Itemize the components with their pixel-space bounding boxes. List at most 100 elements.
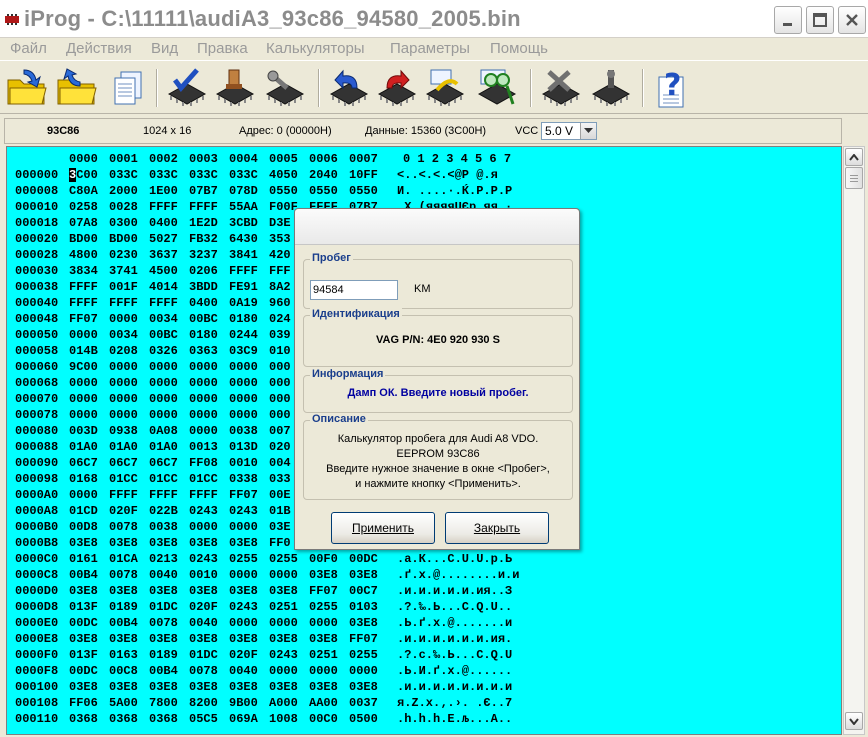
hex-cell[interactable]: 0326: [149, 343, 178, 359]
hex-cell[interactable]: 0000: [189, 423, 218, 439]
hex-cell[interactable]: 2000: [109, 183, 138, 199]
hex-cell[interactable]: 0243: [269, 647, 298, 663]
hex-cell[interactable]: 033C: [149, 167, 178, 183]
hex-cell[interactable]: 0189: [109, 599, 138, 615]
hex-cell[interactable]: 3741: [109, 263, 138, 279]
hex-cell[interactable]: 03E8: [149, 583, 178, 599]
hex-cell[interactable]: 03E8: [109, 535, 138, 551]
hex-cell[interactable]: 0338: [229, 471, 258, 487]
hex-cell[interactable]: 0028: [109, 199, 138, 215]
hex-cell[interactable]: 06C7: [109, 455, 138, 471]
hex-cell[interactable]: 000: [269, 407, 291, 423]
hex-cell[interactable]: FF07: [69, 311, 98, 327]
hex-cell[interactable]: 01A0: [149, 439, 178, 455]
hex-cell[interactable]: 033: [269, 471, 291, 487]
hex-cell[interactable]: 0000: [109, 407, 138, 423]
hex-cell[interactable]: AA00: [309, 695, 338, 711]
hex-cell[interactable]: 4800: [69, 247, 98, 263]
hex-cell[interactable]: 03E8: [109, 679, 138, 695]
edit-button[interactable]: [422, 66, 468, 110]
hex-cell[interactable]: 0000: [109, 359, 138, 375]
hex-cell[interactable]: 024: [269, 311, 291, 327]
hex-cell[interactable]: 07B7: [189, 183, 218, 199]
hex-cell[interactable]: 069A: [229, 711, 258, 727]
hex-cell[interactable]: C80A: [69, 183, 98, 199]
hex-cell[interactable]: 00DC: [69, 663, 98, 679]
hex-cell[interactable]: 007: [269, 423, 291, 439]
hex-cell[interactable]: 014B: [69, 343, 98, 359]
hex-cell[interactable]: 1008: [269, 711, 298, 727]
hex-cell[interactable]: 0400: [189, 295, 218, 311]
hex-cell[interactable]: D3E: [269, 215, 291, 231]
erase-button[interactable]: [262, 66, 308, 110]
hex-cell[interactable]: 9C00: [69, 359, 98, 375]
hex-cell[interactable]: 0500: [349, 711, 378, 727]
hex-cell[interactable]: 5027: [149, 231, 178, 247]
hex-cell[interactable]: 3BDD: [189, 279, 218, 295]
hex-cell[interactable]: BD00: [109, 231, 138, 247]
hex-cell[interactable]: 0255: [229, 551, 258, 567]
apply-button[interactable]: Применить: [331, 512, 435, 544]
hex-cell[interactable]: 00C7: [349, 583, 378, 599]
hex-cell[interactable]: 420: [269, 247, 291, 263]
hex-cell[interactable]: 0000: [309, 615, 338, 631]
hex-cell[interactable]: 033C: [229, 167, 258, 183]
hex-cell[interactable]: 06C7: [149, 455, 178, 471]
hex-cell[interactable]: FFF: [269, 263, 291, 279]
hex-cell[interactable]: 000: [269, 375, 291, 391]
hex-cell[interactable]: 3841: [229, 247, 258, 263]
menu-parameters[interactable]: Параметры: [390, 40, 470, 57]
hex-cell[interactable]: 020F: [229, 647, 258, 663]
hex-cell[interactable]: 01CC: [149, 471, 178, 487]
hex-cell[interactable]: 0A19: [229, 295, 258, 311]
hex-cell[interactable]: 0000: [229, 519, 258, 535]
hex-cell[interactable]: 3237: [189, 247, 218, 263]
hex-cell[interactable]: 0040: [189, 615, 218, 631]
close-dialog-button[interactable]: Закрыть: [445, 512, 549, 544]
hex-cell[interactable]: 0000: [149, 391, 178, 407]
hex-cell[interactable]: 03E8: [269, 583, 298, 599]
hex-cell[interactable]: 00D8: [69, 519, 98, 535]
hex-cell[interactable]: 1E00: [149, 183, 178, 199]
undo-button[interactable]: [326, 66, 372, 110]
hex-cell[interactable]: 0000: [189, 391, 218, 407]
hex-cell[interactable]: 3637: [149, 247, 178, 263]
scroll-down-button[interactable]: [845, 712, 863, 730]
hex-cell[interactable]: 0038: [229, 423, 258, 439]
hex-cell[interactable]: 03E8: [69, 631, 98, 647]
hex-cell[interactable]: 0258: [69, 199, 98, 215]
hex-cell[interactable]: 03E8: [149, 535, 178, 551]
hex-cell[interactable]: 013F: [69, 599, 98, 615]
hex-cell[interactable]: 03E8: [189, 679, 218, 695]
hex-cell[interactable]: FF07: [349, 631, 378, 647]
hex-cell[interactable]: FFFF: [149, 199, 178, 215]
hex-cell[interactable]: 03E8: [229, 679, 258, 695]
hex-cell-cursor[interactable]: 3C00: [69, 167, 98, 183]
close-button[interactable]: [838, 6, 866, 34]
hex-cell[interactable]: 03E8: [229, 535, 258, 551]
hex-cell[interactable]: 03E8: [189, 583, 218, 599]
hex-cell[interactable]: 1E2D: [189, 215, 218, 231]
hex-cell[interactable]: 01A0: [109, 439, 138, 455]
hex-cell[interactable]: 01CC: [109, 471, 138, 487]
hex-cell[interactable]: 00BC: [189, 311, 218, 327]
hex-cell[interactable]: 0243: [229, 503, 258, 519]
hex-cell[interactable]: 00DC: [69, 615, 98, 631]
hex-cell[interactable]: 0255: [349, 647, 378, 663]
hex-cell[interactable]: 0243: [189, 551, 218, 567]
hex-cell[interactable]: 0000: [269, 567, 298, 583]
hex-cell[interactable]: FFFF: [69, 295, 98, 311]
hex-cell[interactable]: 03E8: [69, 535, 98, 551]
hex-cell[interactable]: 0000: [309, 663, 338, 679]
hex-cell[interactable]: 0000: [69, 327, 98, 343]
hex-cell[interactable]: 00BC: [149, 327, 178, 343]
hex-cell[interactable]: 0180: [229, 311, 258, 327]
hex-cell[interactable]: 00B4: [69, 567, 98, 583]
hex-cell[interactable]: 0078: [109, 519, 138, 535]
hex-cell[interactable]: 0363: [189, 343, 218, 359]
hex-cell[interactable]: 0103: [349, 599, 378, 615]
hex-cell[interactable]: 8200: [189, 695, 218, 711]
hex-cell[interactable]: 10FF: [349, 167, 378, 183]
hex-cell[interactable]: 960: [269, 295, 291, 311]
open-button[interactable]: [4, 66, 50, 110]
